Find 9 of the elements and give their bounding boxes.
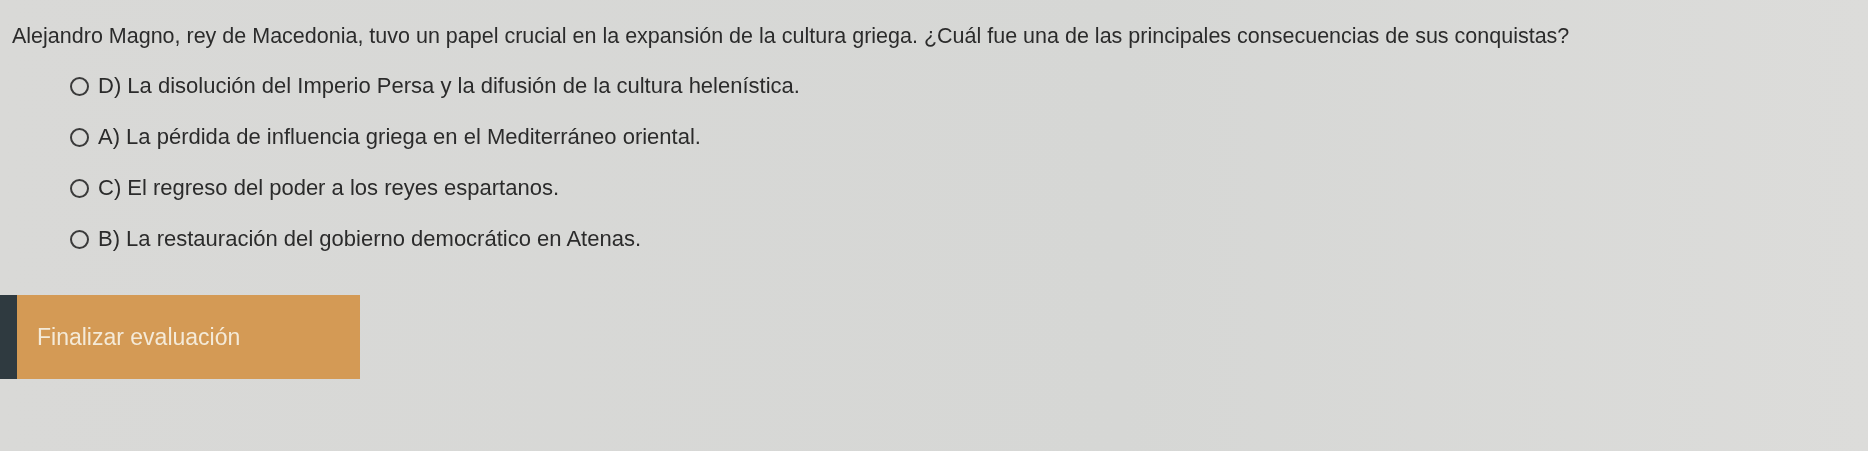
question-text: Alejandro Magno, rey de Macedonia, tuvo un papel crucial en la expansión de la cultura griega. ¿Cuál fue una de las principales consecuencias de sus conquistas? — [12, 23, 1571, 50]
option-label[interactable]: D) La disolución del Imperio Persa y la difusión de la cultura helenística. — [98, 68, 800, 104]
option-label[interactable]: C) El regreso del poder a los reyes espartanos. — [98, 170, 559, 206]
radio-button[interactable] — [70, 76, 89, 96]
radio-button[interactable] — [70, 178, 89, 198]
option-label[interactable]: B) La restauración del gobierno democrático en Atenas. — [98, 221, 641, 257]
radio-button[interactable] — [70, 127, 89, 147]
radio-button[interactable] — [70, 229, 89, 249]
option-label[interactable]: A) La pérdida de influencia griega en el Mediterráneo oriental. — [98, 119, 701, 155]
